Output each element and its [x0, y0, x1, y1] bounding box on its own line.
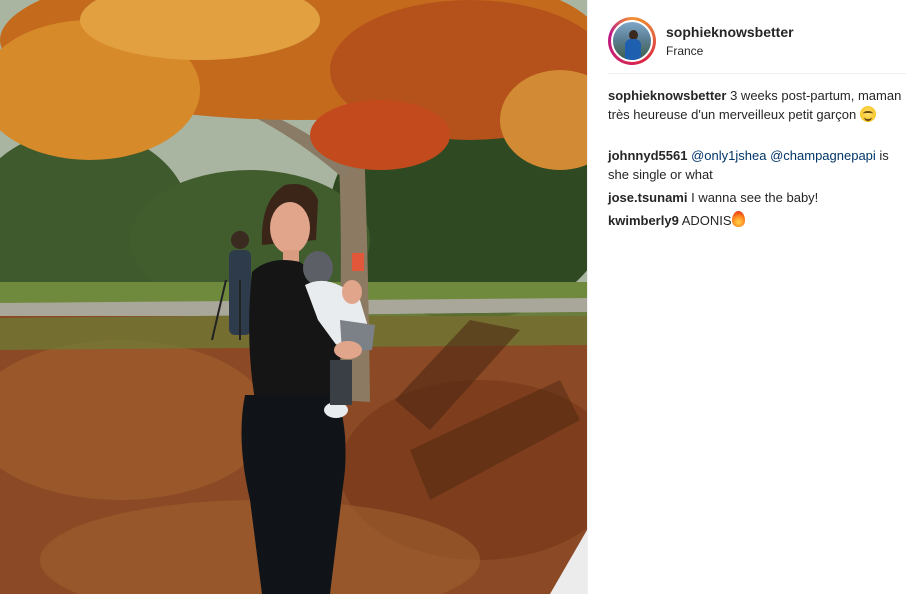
caption-username[interactable]: sophieknowsbetter	[608, 88, 726, 103]
smiling-face-with-halo-icon	[859, 106, 876, 122]
comment-item: johnnyd5561 @only1jshea @champagnepapi i…	[608, 146, 908, 184]
instagram-post: sophieknowsbetter France sophieknowsbett…	[0, 0, 921, 594]
photo-illustration	[0, 0, 587, 594]
comment-item: jose.tsunami I wanna see the baby!	[608, 188, 908, 207]
comment-text: ADONIS	[681, 213, 732, 228]
post-caption: sophieknowsbetter 3 weeks post-partum, m…	[608, 86, 908, 124]
header-divider	[608, 73, 906, 74]
avatar-figure-body	[625, 39, 641, 60]
comment-username[interactable]: jose.tsunami	[608, 190, 687, 205]
comment-item: kwimberly9 ADONIS	[608, 211, 908, 230]
comment-text: I wanna see the baby!	[691, 190, 819, 205]
post-location[interactable]: France	[666, 44, 794, 58]
header-text: sophieknowsbetter France	[666, 24, 794, 58]
comment-mention[interactable]: @only1jshea	[691, 148, 766, 163]
comment-mention[interactable]: @champagnepapi	[770, 148, 876, 163]
fire-icon	[731, 211, 745, 227]
post-header: sophieknowsbetter France	[608, 10, 906, 72]
post-side-panel: sophieknowsbetter France sophieknowsbett…	[587, 0, 921, 594]
comment-username[interactable]: johnnyd5561	[608, 148, 687, 163]
story-ring[interactable]	[608, 17, 656, 65]
post-photo[interactable]	[0, 0, 587, 594]
comment-username[interactable]: kwimberly9	[608, 213, 679, 228]
profile-avatar-icon[interactable]	[611, 20, 653, 62]
comments-list: sophieknowsbetter 3 weeks post-partum, m…	[608, 86, 908, 234]
author-username[interactable]: sophieknowsbetter	[666, 24, 794, 40]
